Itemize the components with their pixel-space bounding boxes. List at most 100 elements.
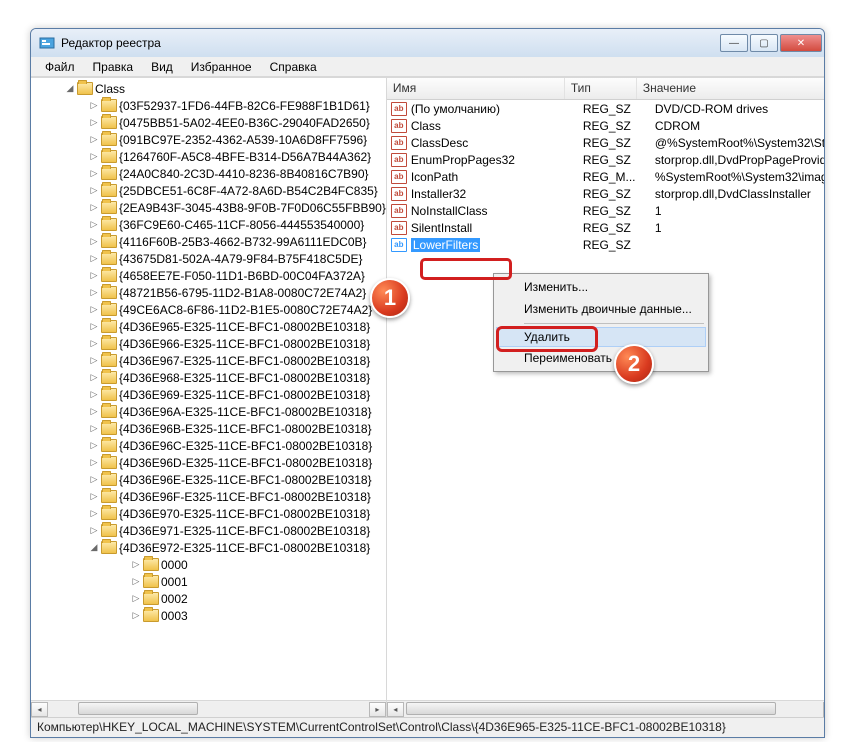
expand-icon[interactable]: ▷: [89, 134, 99, 145]
tree-item[interactable]: ▷{4D36E96A-E325-11CE-BFC1-08002BE10318}: [31, 403, 386, 420]
expand-icon[interactable]: ▷: [89, 389, 99, 400]
expand-icon[interactable]: ▷: [89, 151, 99, 162]
tree-subitem[interactable]: ▷0003: [31, 607, 386, 624]
expand-icon[interactable]: ▷: [131, 593, 141, 604]
list-row[interactable]: abLowerFiltersREG_SZ: [387, 236, 824, 253]
tree-subitem[interactable]: ▷0001: [31, 573, 386, 590]
expand-icon[interactable]: ▷: [89, 219, 99, 230]
list-row[interactable]: ab(По умолчанию)REG_SZDVD/CD-ROM drives: [387, 100, 824, 117]
menu-view[interactable]: Вид: [143, 58, 181, 76]
list-body[interactable]: ab(По умолчанию)REG_SZDVD/CD-ROM drivesa…: [387, 100, 824, 700]
tree-item[interactable]: ▷{36FC9E60-C465-11CF-8056-444553540000}: [31, 216, 386, 233]
list-row[interactable]: abIconPathREG_M...%SystemRoot%\System32\…: [387, 168, 824, 185]
minimize-button[interactable]: —: [720, 34, 748, 52]
menu-edit[interactable]: Правка: [85, 58, 142, 76]
collapse-icon[interactable]: ◢: [65, 83, 75, 94]
tree-item[interactable]: ▷{0475BB51-5A02-4EE0-B36C-29040FAD2650}: [31, 114, 386, 131]
tree-item[interactable]: ▷{1264760F-A5C8-4BFE-B314-D56A7B44A362}: [31, 148, 386, 165]
tree-item[interactable]: ▷{4D36E96C-E325-11CE-BFC1-08002BE10318}: [31, 437, 386, 454]
expand-icon[interactable]: ▷: [131, 576, 141, 587]
expand-icon[interactable]: ▷: [89, 185, 99, 196]
list-row[interactable]: abNoInstallClassREG_SZ1: [387, 202, 824, 219]
expand-icon[interactable]: ▷: [89, 287, 99, 298]
tree-item[interactable]: ▷{4D36E96F-E325-11CE-BFC1-08002BE10318}: [31, 488, 386, 505]
tree-item[interactable]: ▷{2EA9B43F-3045-43B8-9F0B-7F0D06C55FBB90…: [31, 199, 386, 216]
list-row[interactable]: abInstaller32REG_SZstorprop.dll,DvdClass…: [387, 185, 824, 202]
expand-icon[interactable]: ▷: [89, 304, 99, 315]
expand-icon[interactable]: ▷: [89, 100, 99, 111]
tree-item[interactable]: ▷{48721B56-6795-11D2-B1A8-0080C72E74A2}: [31, 284, 386, 301]
menu-file[interactable]: Файл: [37, 58, 83, 76]
tree-item[interactable]: ▷{4116F60B-25B3-4662-B732-99A6111EDC0B}: [31, 233, 386, 250]
tree-item[interactable]: ▷{24A0C840-2C3D-4410-8236-8B40816C7B90}: [31, 165, 386, 182]
maximize-button[interactable]: ▢: [750, 34, 778, 52]
tree-item[interactable]: ▷{49CE6AC8-6F86-11D2-B1E5-0080C72E74A2}: [31, 301, 386, 318]
tree-item[interactable]: ▷{4D36E969-E325-11CE-BFC1-08002BE10318}: [31, 386, 386, 403]
titlebar[interactable]: Редактор реестра — ▢ ✕: [31, 29, 824, 57]
expand-icon[interactable]: ▷: [89, 457, 99, 468]
expand-icon[interactable]: ▷: [89, 117, 99, 128]
scroll-right-button[interactable]: ▸: [823, 702, 824, 717]
expand-icon[interactable]: ▷: [131, 559, 141, 570]
tree-item[interactable]: ▷{4D36E96B-E325-11CE-BFC1-08002BE10318}: [31, 420, 386, 437]
scroll-left-button[interactable]: ◂: [31, 702, 48, 717]
tree-item[interactable]: ▷{4D36E970-E325-11CE-BFC1-08002BE10318}: [31, 505, 386, 522]
list-hscrollbar[interactable]: ◂ ▸: [387, 700, 824, 717]
list-row[interactable]: abEnumPropPages32REG_SZstorprop.dll,DvdP…: [387, 151, 824, 168]
menu-favorites[interactable]: Избранное: [183, 58, 260, 76]
tree-item[interactable]: ▷{4D36E966-E325-11CE-BFC1-08002BE10318}: [31, 335, 386, 352]
tree-item[interactable]: ▷{03F52937-1FD6-44FB-82C6-FE988F1B1D61}: [31, 97, 386, 114]
expand-icon[interactable]: ▷: [89, 355, 99, 366]
expand-icon[interactable]: ▷: [89, 321, 99, 332]
expand-icon[interactable]: ▷: [89, 338, 99, 349]
expand-icon[interactable]: ▷: [89, 508, 99, 519]
tree-item[interactable]: ▷{4658EE7E-F050-11D1-B6BD-00C04FA372A}: [31, 267, 386, 284]
scroll-left-button[interactable]: ◂: [387, 702, 404, 717]
expand-icon[interactable]: ▷: [89, 270, 99, 281]
tree-item[interactable]: ◢{4D36E972-E325-11CE-BFC1-08002BE10318}: [31, 539, 386, 556]
expand-icon[interactable]: ▷: [89, 525, 99, 536]
tree-subitem[interactable]: ▷0000: [31, 556, 386, 573]
context-menu-rename[interactable]: Переименовать: [496, 347, 706, 369]
expand-icon[interactable]: ▷: [131, 610, 141, 621]
tree-item[interactable]: ▷{4D36E96E-E325-11CE-BFC1-08002BE10318}: [31, 471, 386, 488]
scroll-thumb[interactable]: [78, 702, 198, 715]
tree-item-root[interactable]: ◢Class: [31, 80, 386, 97]
tree-item[interactable]: ▷{43675D81-502A-4A79-9F84-B75F418C5DE}: [31, 250, 386, 267]
tree-item[interactable]: ▷{4D36E968-E325-11CE-BFC1-08002BE10318}: [31, 369, 386, 386]
column-name[interactable]: Имя: [387, 78, 565, 99]
list-row[interactable]: abClassDescREG_SZ@%SystemRoot%\System32\…: [387, 134, 824, 151]
column-type[interactable]: Тип: [565, 78, 637, 99]
tree-item[interactable]: ▷{4D36E971-E325-11CE-BFC1-08002BE10318}: [31, 522, 386, 539]
tree-item[interactable]: ▷{4D36E96D-E325-11CE-BFC1-08002BE10318}: [31, 454, 386, 471]
list-row[interactable]: abSilentInstallREG_SZ1: [387, 219, 824, 236]
expand-icon[interactable]: ▷: [89, 491, 99, 502]
context-menu-modify-binary[interactable]: Изменить двоичные данные...: [496, 298, 706, 320]
list-row[interactable]: abClassREG_SZCDROM: [387, 117, 824, 134]
menu-help[interactable]: Справка: [262, 58, 325, 76]
expand-icon[interactable]: ▷: [89, 423, 99, 434]
expand-icon[interactable]: ▷: [89, 474, 99, 485]
tree-subitem[interactable]: ▷0002: [31, 590, 386, 607]
tree-item[interactable]: ▷{091BC97E-2352-4362-A539-10A6D8FF7596}: [31, 131, 386, 148]
expand-icon[interactable]: ▷: [89, 168, 99, 179]
close-button[interactable]: ✕: [780, 34, 822, 52]
expand-icon[interactable]: ▷: [89, 253, 99, 264]
context-menu-modify[interactable]: Изменить...: [496, 276, 706, 298]
context-menu-delete[interactable]: Удалить: [496, 327, 706, 347]
expand-icon[interactable]: ▷: [89, 406, 99, 417]
tree-item[interactable]: ▷{4D36E967-E325-11CE-BFC1-08002BE10318}: [31, 352, 386, 369]
expand-icon[interactable]: ▷: [89, 202, 99, 213]
column-value[interactable]: Значение: [637, 78, 824, 99]
expand-icon[interactable]: ▷: [89, 440, 99, 451]
tree-item[interactable]: ▷{25DBCE51-6C8F-4A72-8A6D-B54C2B4FC835}: [31, 182, 386, 199]
expand-icon[interactable]: ▷: [89, 372, 99, 383]
expand-icon[interactable]: ◢: [89, 542, 99, 553]
tree-hscrollbar[interactable]: ◂ ▸: [31, 700, 386, 717]
tree-item[interactable]: ▷{4D36E965-E325-11CE-BFC1-08002BE10318}: [31, 318, 386, 335]
folder-icon: [101, 133, 117, 146]
scroll-thumb[interactable]: [406, 702, 776, 715]
tree-scroll[interactable]: ◢Class▷{03F52937-1FD6-44FB-82C6-FE988F1B…: [31, 78, 386, 700]
expand-icon[interactable]: ▷: [89, 236, 99, 247]
scroll-right-button[interactable]: ▸: [369, 702, 386, 717]
